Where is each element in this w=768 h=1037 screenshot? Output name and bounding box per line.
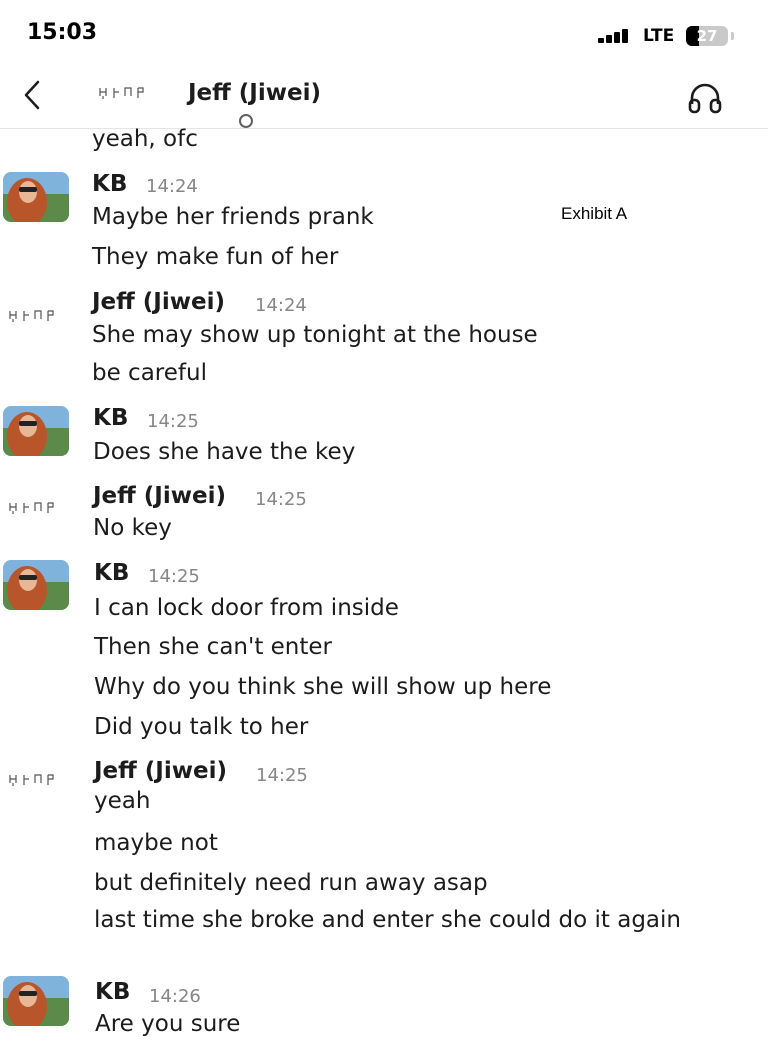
jeff-avatar[interactable] xyxy=(6,498,70,518)
message-timestamp: 14:25 xyxy=(147,411,199,432)
message-text[interactable]: Why do you think she will show up here xyxy=(94,674,551,700)
jeff-avatar[interactable] xyxy=(6,770,70,790)
kb-avatar[interactable] xyxy=(3,560,69,610)
exhibit-label: Exhibit A xyxy=(561,204,628,223)
status-bar: 15:03 LTE 27 xyxy=(0,0,768,70)
message-text[interactable]: last time she broke and enter she could … xyxy=(94,906,744,934)
back-chevron-icon[interactable] xyxy=(18,78,48,112)
presence-indicator xyxy=(239,114,253,128)
message-text[interactable]: but definitely need run away asap xyxy=(94,870,488,896)
sender-name[interactable]: KB xyxy=(94,560,129,586)
sender-name[interactable]: KB xyxy=(92,171,127,197)
jeff-avatar[interactable] xyxy=(6,306,70,326)
message-text[interactable]: Maybe her friends prank xyxy=(92,204,374,230)
header-avatar[interactable] xyxy=(96,82,253,128)
signal-icon xyxy=(598,29,638,43)
kb-avatar[interactable] xyxy=(3,406,69,456)
message-text[interactable]: maybe not xyxy=(94,830,218,856)
message-timestamp: 14:26 xyxy=(149,986,201,1007)
kb-avatar[interactable] xyxy=(3,976,69,1026)
kb-avatar[interactable] xyxy=(3,172,69,222)
battery-icon: 27 xyxy=(686,26,728,46)
message-text[interactable]: Are you sure xyxy=(95,1011,240,1037)
conversation-header: Jeff (Jiwei) xyxy=(0,70,768,129)
message-text[interactable]: I can lock door from inside xyxy=(94,595,399,621)
message-text[interactable]: They make fun of her xyxy=(92,244,338,270)
message-text[interactable]: yeah xyxy=(94,788,150,814)
script-glyph-icon xyxy=(99,87,144,99)
message-timestamp: 14:25 xyxy=(256,765,308,786)
battery-level: 27 xyxy=(696,27,718,45)
conversation-title[interactable]: Jeff (Jiwei) xyxy=(188,80,321,106)
message-text[interactable]: She may show up tonight at the house xyxy=(92,322,538,348)
sender-name[interactable]: KB xyxy=(95,979,130,1005)
message-text[interactable]: yeah, ofc xyxy=(92,126,198,152)
status-time: 15:03 xyxy=(27,20,98,45)
message-timestamp: 14:25 xyxy=(148,566,200,587)
network-type: LTE xyxy=(643,26,675,46)
sender-name[interactable]: Jeff (Jiwei) xyxy=(94,758,227,784)
message-text[interactable]: be careful xyxy=(92,360,207,386)
battery-nub xyxy=(731,32,734,40)
message-text[interactable]: No key xyxy=(93,515,172,541)
message-text[interactable]: Then she can't enter xyxy=(94,634,332,660)
message-text[interactable]: Does she have the key xyxy=(93,439,355,465)
sender-name[interactable]: Jeff (Jiwei) xyxy=(93,483,226,509)
message-timestamp: 14:24 xyxy=(255,295,307,316)
message-timestamp: 14:24 xyxy=(146,176,198,197)
sender-name[interactable]: Jeff (Jiwei) xyxy=(92,289,225,315)
sender-name[interactable]: KB xyxy=(93,405,128,431)
headphones-icon[interactable] xyxy=(687,82,723,114)
message-timestamp: 14:25 xyxy=(255,489,307,510)
message-text[interactable]: Did you talk to her xyxy=(94,714,308,740)
